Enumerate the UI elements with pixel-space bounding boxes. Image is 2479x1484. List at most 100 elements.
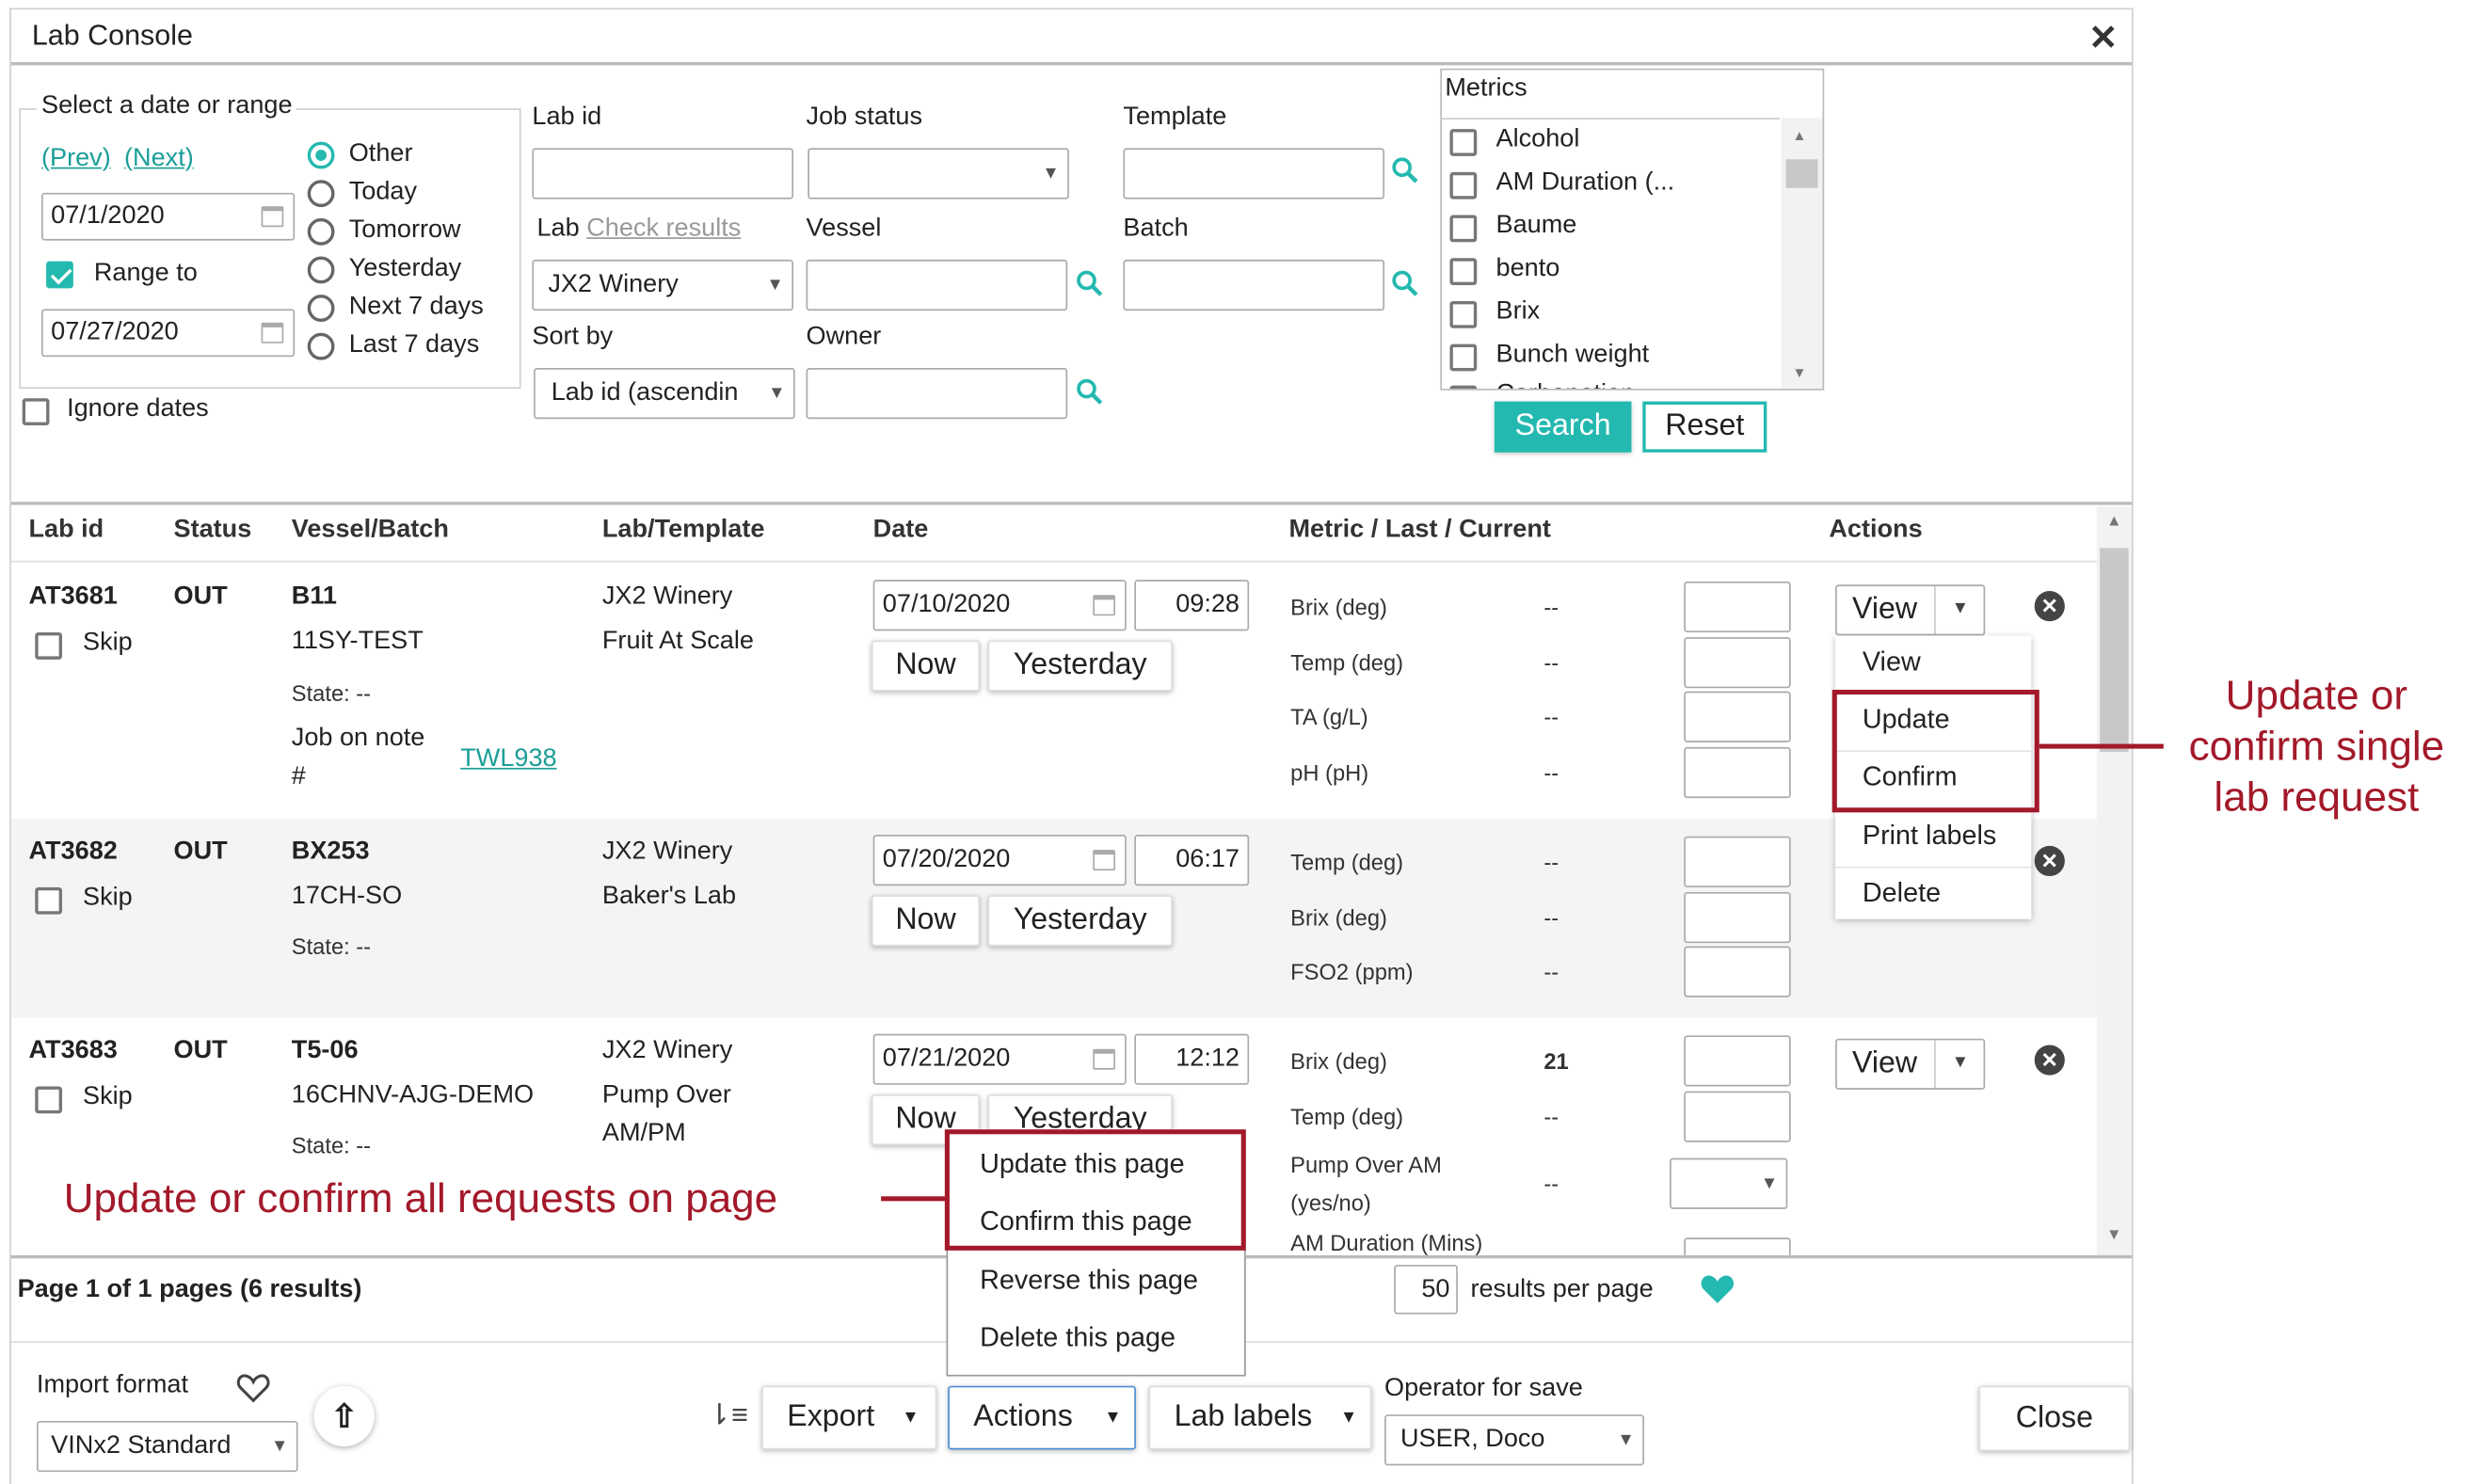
view-button[interactable]: View [1837, 593, 1933, 628]
metric-current-input[interactable] [1684, 946, 1791, 997]
job-status-select[interactable]: ▼ [808, 148, 1069, 199]
radio-last-7-days[interactable] [307, 332, 335, 360]
metric-current-input[interactable] [1684, 1091, 1791, 1142]
radio-other[interactable] [307, 141, 335, 169]
calendar-icon[interactable] [1093, 850, 1115, 871]
batch-input[interactable] [1123, 259, 1385, 311]
search-icon[interactable] [1076, 377, 1104, 406]
skip-checkbox[interactable] [35, 1086, 63, 1114]
import-format-select[interactable]: VINx2 Standard ▼ [36, 1420, 298, 1473]
radio-tomorrow[interactable] [307, 217, 335, 246]
lab-select[interactable]: JX2 Winery ▼ [532, 259, 794, 311]
reset-button[interactable]: Reset [1642, 401, 1767, 453]
metric-checkbox[interactable] [1449, 171, 1478, 199]
prev-link[interactable]: (Prev) [41, 145, 111, 173]
scroll-down-icon[interactable]: ▼ [2106, 1226, 2122, 1244]
scroll-down-icon[interactable]: ▼ [1792, 365, 1806, 381]
row-time-input[interactable]: 06:17 [1134, 835, 1250, 886]
metric-checkbox[interactable] [1449, 300, 1478, 328]
export-button[interactable]: Export ▼ [761, 1385, 937, 1450]
upload-icon[interactable]: ⇧ [313, 1385, 375, 1447]
operator-select[interactable]: USER, Doco ▼ [1384, 1414, 1644, 1466]
metric-yes-no-select[interactable]: ▼ [1670, 1157, 1788, 1209]
search-icon[interactable] [1391, 269, 1419, 297]
now-button[interactable]: Now [871, 640, 981, 692]
close-button[interactable]: Close [1978, 1385, 2131, 1452]
metric-checkbox[interactable] [1449, 258, 1478, 286]
close-icon[interactable]: ✕ [2088, 18, 2118, 59]
heart-outline-icon[interactable] [236, 1372, 271, 1404]
lab-id-input[interactable] [532, 148, 794, 199]
now-button[interactable]: Now [871, 895, 981, 947]
owner-input[interactable] [806, 368, 1068, 420]
menu-item-delete-page[interactable]: Delete this page [980, 1322, 1176, 1354]
metric-current-input[interactable] [1684, 581, 1791, 633]
lab-cell: JX2 Winery [601, 1037, 733, 1064]
view-button[interactable]: View [1837, 1046, 1933, 1081]
yesterday-button[interactable]: Yesterday [987, 895, 1173, 947]
metric-checkbox[interactable] [1449, 215, 1478, 243]
row-time-input[interactable]: 09:28 [1134, 580, 1250, 631]
search-icon[interactable] [1391, 156, 1419, 184]
ignore-dates-checkbox[interactable] [22, 398, 50, 425]
per-page-input[interactable]: 50 [1394, 1265, 1458, 1315]
menu-item-view[interactable]: View [1863, 646, 1921, 678]
calendar-icon[interactable] [261, 206, 284, 228]
radio-today[interactable] [307, 180, 335, 208]
scroll-up-icon[interactable]: ▲ [1792, 127, 1806, 143]
metric-current-input[interactable] [1684, 691, 1791, 742]
metric-current-input[interactable] [1684, 637, 1791, 689]
check-results-link[interactable]: Check results [586, 215, 741, 243]
chevron-down-icon[interactable]: ▼ [1952, 1053, 1969, 1072]
radio-next-7-days[interactable] [307, 295, 335, 322]
next-link[interactable]: (Next) [124, 145, 194, 173]
row-date-input[interactable]: 07/10/2020 [872, 580, 1127, 631]
chevron-down-icon[interactable]: ▼ [1952, 598, 1969, 617]
yesterday-button[interactable]: Yesterday [987, 640, 1173, 692]
job-note-link[interactable]: TWL938 [460, 745, 556, 774]
metrics-list[interactable]: Metrics Alcohol AM Duration (... Baume b… [1440, 68, 1825, 391]
search-button[interactable]: Search [1494, 401, 1632, 453]
metric-checkbox[interactable] [1449, 129, 1478, 156]
menu-item-delete[interactable]: Delete [1863, 878, 1941, 910]
metrics-scrollbar[interactable]: ▲ ▼ [1781, 118, 1823, 390]
table-scrollbar[interactable]: ▲ ▼ [2096, 506, 2132, 1255]
remove-icon[interactable]: ✕ [2034, 591, 2065, 622]
template-input[interactable] [1123, 148, 1385, 199]
date-to-input[interactable]: 07/27/2020 [41, 309, 296, 358]
metric-current-input[interactable] [1684, 1035, 1791, 1087]
vessel-input[interactable] [806, 259, 1068, 311]
skip-checkbox[interactable] [35, 886, 63, 915]
metric-current-input[interactable] [1684, 1237, 1791, 1255]
metric-current-input[interactable] [1684, 891, 1791, 944]
remove-icon[interactable]: ✕ [2034, 845, 2065, 877]
view-split-button[interactable]: View ▼ [1835, 1038, 1986, 1090]
metric-checkbox[interactable] [1449, 343, 1478, 372]
menu-item-print-labels[interactable]: Print labels [1863, 821, 1996, 853]
sort-by-select[interactable]: Lab id (ascendin ▼ [534, 368, 795, 420]
scrollbar-thumb[interactable] [2100, 548, 2129, 753]
heart-icon[interactable] [1700, 1273, 1735, 1305]
metric-current-input[interactable] [1684, 746, 1791, 799]
view-split-button[interactable]: View ▼ [1835, 584, 1986, 636]
skip-checkbox[interactable] [35, 632, 63, 660]
range-to-checkbox[interactable] [46, 261, 73, 289]
row-time-input[interactable]: 12:12 [1134, 1033, 1250, 1085]
actions-button[interactable]: Actions ▼ [948, 1385, 1136, 1450]
row-date-input[interactable]: 07/21/2020 [872, 1033, 1127, 1085]
scroll-up-icon[interactable]: ▲ [2106, 513, 2122, 531]
radio-yesterday[interactable] [307, 256, 335, 284]
scrollbar-thumb[interactable] [1785, 159, 1818, 188]
row-date-input[interactable]: 07/20/2020 [872, 835, 1127, 886]
lab-labels-button[interactable]: Lab labels ▼ [1148, 1385, 1372, 1450]
date-from-input[interactable]: 07/1/2020 [41, 192, 296, 241]
calendar-icon[interactable] [1093, 595, 1115, 616]
menu-item-reverse-page[interactable]: Reverse this page [980, 1265, 1198, 1297]
calendar-icon[interactable] [1093, 1048, 1115, 1070]
search-icon[interactable] [1076, 269, 1104, 297]
metric-checkbox[interactable] [1449, 385, 1478, 390]
metric-current-input[interactable] [1684, 836, 1791, 887]
remove-icon[interactable]: ✕ [2034, 1045, 2065, 1076]
calendar-icon[interactable] [261, 322, 284, 343]
sort-order-icon[interactable]: ⇂≡ [708, 1398, 748, 1432]
